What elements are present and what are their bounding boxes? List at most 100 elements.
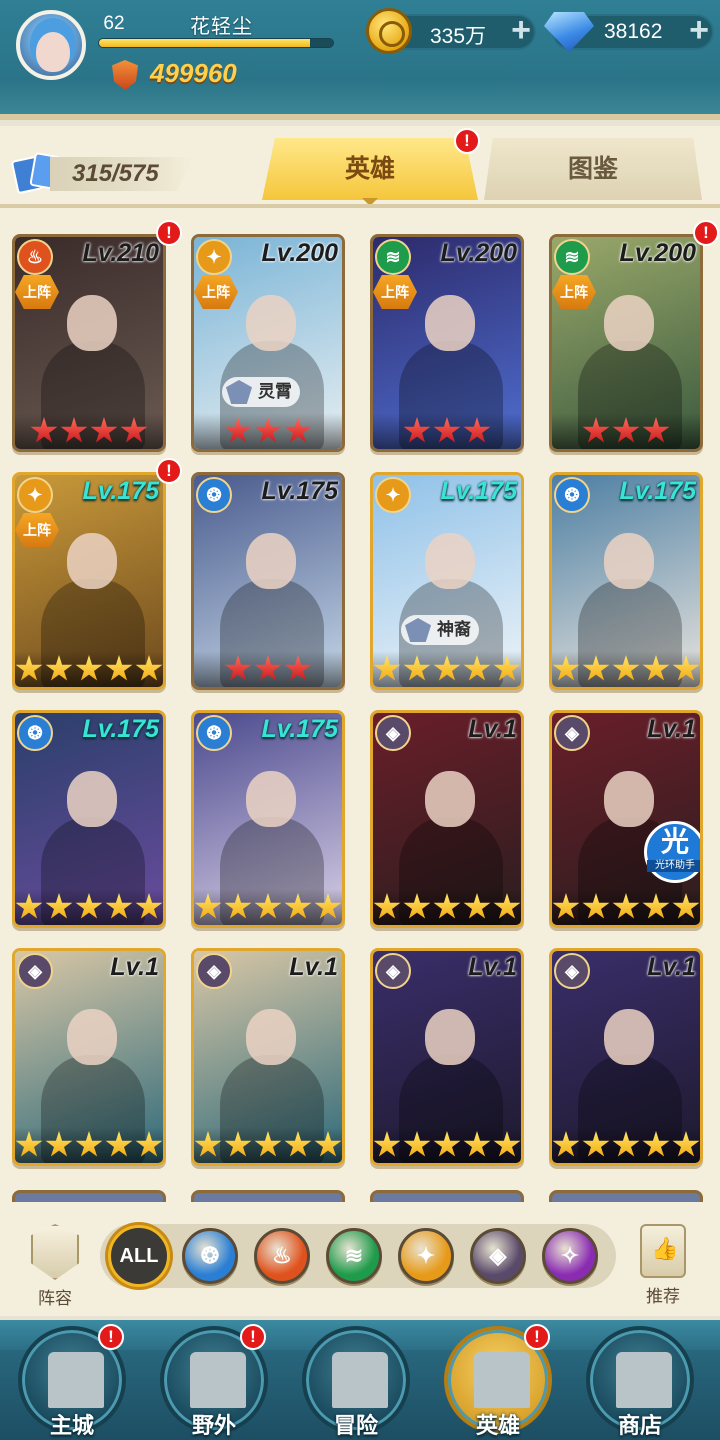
star-icon [612, 655, 640, 681]
arcane-faction-icon: ✧ [560, 1243, 580, 1268]
hero-level: Lv.175 [261, 477, 338, 505]
star-icon [105, 893, 133, 919]
star-icon [582, 655, 610, 681]
star-icon [582, 1131, 610, 1157]
hero-card[interactable]: ✦ Lv.175 神裔 [370, 472, 524, 690]
hero-tag-label: 灵霄 [258, 382, 292, 401]
add-gold-button[interactable]: + [506, 13, 536, 47]
star-icon [373, 1131, 401, 1157]
filter-nature-button[interactable]: ≋ [326, 1228, 382, 1284]
filter-all-button[interactable]: ALL [108, 1225, 170, 1287]
tab-heroes[interactable]: 英雄 [262, 138, 478, 200]
star-icon [224, 1131, 252, 1157]
star-rating [15, 651, 163, 687]
hero-level: Lv.1 [110, 953, 159, 981]
hero-card[interactable]: ◈ Lv.1 [549, 948, 703, 1166]
hero-count: 315/575 [72, 160, 159, 187]
hero-level: Lv.1 [647, 715, 696, 743]
gold-value: 335万 [430, 25, 487, 48]
star-icon [254, 655, 282, 681]
hero-card[interactable]: ◈ Lv.1 [370, 948, 524, 1166]
star-icon [15, 655, 43, 681]
recommend-label: 推荐 [646, 1287, 680, 1306]
star-icon [45, 1131, 73, 1157]
star-icon [463, 1131, 491, 1157]
star-icon [284, 655, 312, 681]
hero-card[interactable]: ◈ Lv.1 [370, 710, 524, 928]
hero-card-partial[interactable] [549, 1190, 703, 1202]
filter-light-button[interactable]: ✦ [398, 1228, 454, 1284]
hero-card[interactable]: ❂ Lv.175 [12, 710, 166, 928]
star-icon [463, 893, 491, 919]
lineup-icon [31, 1224, 79, 1280]
filter-arcane-button[interactable]: ✧ [542, 1228, 598, 1284]
power-shield-icon [112, 60, 138, 90]
hero-card[interactable]: ✦ Lv.200 上阵 灵霄 [191, 234, 345, 452]
hero-card-partial[interactable] [12, 1190, 166, 1202]
hero-card[interactable]: ≋ Lv.200 上阵 [370, 234, 524, 452]
hero-card[interactable]: ❂ Lv.175 [191, 710, 345, 928]
star-rating [552, 413, 700, 449]
hero-card[interactable]: ❂ Lv.175 [191, 472, 345, 690]
lineup-button[interactable]: 阵容 [22, 1224, 88, 1314]
tab-codex[interactable]: 图鉴 [484, 138, 702, 200]
dark-faction-icon: ◈ [554, 953, 590, 989]
star-icon [582, 417, 610, 443]
hero-card[interactable]: ≋ Lv.200 上阵 [549, 234, 703, 452]
hero-card[interactable]: ✦ Lv.175 上阵 [12, 472, 166, 690]
nature-faction-icon: ≋ [554, 239, 590, 275]
hero-level: Lv.1 [647, 953, 696, 981]
star-icon [314, 1131, 342, 1157]
star-icon [30, 417, 58, 443]
player-avatar[interactable] [16, 10, 86, 80]
filter-fire-button[interactable]: ♨ [254, 1228, 310, 1284]
fire-faction-icon: ♨ [17, 239, 53, 275]
nav-building-icon [48, 1352, 104, 1408]
nav-label: 英雄 [475, 1413, 520, 1438]
hero-tag: 神裔 [401, 615, 479, 645]
tab-divider [0, 204, 720, 208]
hero-card[interactable]: ❂ Lv.175 [549, 472, 703, 690]
nav-alert-badge: ! [524, 1324, 550, 1350]
star-icon [284, 417, 312, 443]
star-rating [15, 1127, 163, 1163]
deployed-badge: 上阵 [194, 275, 238, 309]
nature-faction-icon: ≋ [344, 1243, 364, 1268]
star-icon [135, 893, 163, 919]
star-icon [493, 655, 521, 681]
hero-level: Lv.1 [468, 953, 517, 981]
hero-card[interactable]: ◈ Lv.1 [191, 948, 345, 1166]
star-icon [642, 893, 670, 919]
star-icon [60, 417, 88, 443]
nav-alert-badge: ! [98, 1324, 124, 1350]
hero-level: Lv.175 [619, 477, 696, 505]
star-icon [612, 1131, 640, 1157]
star-rating [373, 889, 521, 925]
hero-tag: 灵霄 [222, 377, 300, 407]
hero-card[interactable]: ♨ Lv.210 上阵 [12, 234, 166, 452]
hero-card[interactable]: ◈ Lv.1 光光环助手 [549, 710, 703, 928]
top-header: 62 花轻尘 499960 335万 + 38162 + [0, 0, 720, 120]
star-icon [45, 893, 73, 919]
xp-bar-fill [99, 39, 310, 47]
hero-card[interactable]: ◈ Lv.1 [12, 948, 166, 1166]
filter-dark-button[interactable]: ◈ [470, 1228, 526, 1284]
hero-card-partial[interactable] [191, 1190, 345, 1202]
hero-level: Lv.210 [82, 239, 159, 267]
light-faction-icon: ✦ [196, 239, 232, 275]
nav-building-icon [616, 1352, 672, 1408]
add-gems-button[interactable]: + [684, 13, 714, 47]
hero-alert-badge: ! [693, 220, 719, 246]
star-rating [194, 1127, 342, 1163]
filter-water-button[interactable]: ❂ [182, 1228, 238, 1284]
xp-bar [98, 38, 334, 48]
aura-badge-glyph: 光 [660, 826, 689, 857]
star-icon [403, 655, 431, 681]
recommend-button[interactable]: 推荐 [630, 1224, 696, 1314]
water-faction-icon: ❂ [196, 715, 232, 751]
hero-card-partial[interactable] [370, 1190, 524, 1202]
gem-value: 38162 [604, 20, 663, 43]
star-rating [552, 1127, 700, 1163]
lineup-label: 阵容 [38, 1289, 72, 1308]
aura-assistant-badge[interactable]: 光光环助手 [644, 821, 700, 883]
